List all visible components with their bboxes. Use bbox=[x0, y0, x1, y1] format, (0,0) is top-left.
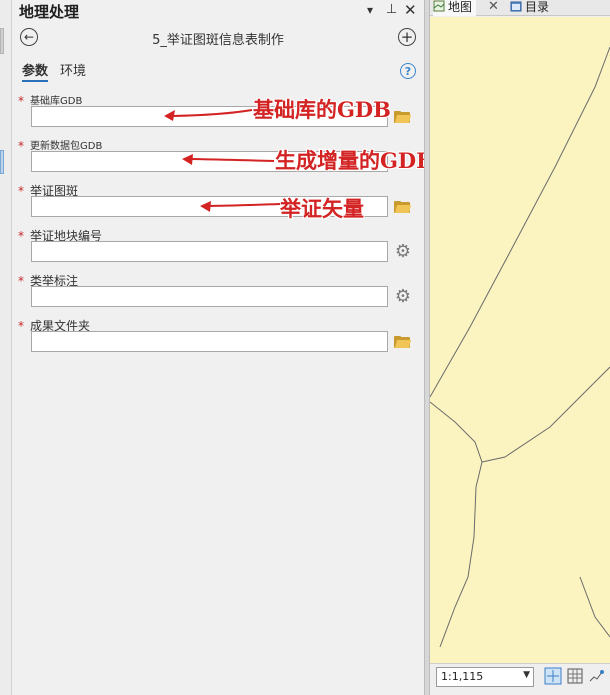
tab-environments[interactable]: 环境 bbox=[60, 60, 86, 79]
scale-dropdown[interactable]: 1:1,115 ▼ bbox=[436, 667, 534, 687]
geoprocessing-pane: 地理处理 ▾ ⊥ ✕ ← 5_举证图斑信息表制作 + 参数 环境 ? * 基础库… bbox=[12, 0, 434, 695]
annotation-incremental-gdb: 生成增量的GDB bbox=[275, 148, 434, 173]
close-icon[interactable]: ✕ bbox=[488, 0, 499, 14]
folder-icon bbox=[394, 336, 412, 348]
scale-value: 1:1,115 bbox=[441, 670, 484, 683]
tab-map-label: 地图 bbox=[448, 0, 473, 14]
required-marker: * bbox=[18, 319, 24, 333]
tool-name: 5_举证图斑信息表制作 bbox=[152, 33, 284, 48]
param-label: 更新数据包GDB bbox=[30, 141, 103, 152]
folder-icon bbox=[394, 111, 412, 123]
required-marker: * bbox=[18, 139, 24, 153]
tab-catalog-label: 目录 bbox=[525, 0, 550, 14]
map-status-bar: 1:1,115 ▼ bbox=[430, 663, 610, 695]
layout-grid-icon[interactable] bbox=[544, 667, 562, 685]
folder-icon bbox=[394, 201, 412, 213]
param-label: 基础库GDB bbox=[30, 96, 83, 107]
category-label-input[interactable] bbox=[31, 286, 388, 307]
annotation-evidence-vector: 举证矢量 bbox=[280, 196, 364, 221]
grid-icon[interactable] bbox=[566, 667, 584, 685]
map-tab-strip: 地图 ✕ 目录 bbox=[430, 0, 610, 16]
annotation-base-gdb: 基础库的GDB bbox=[253, 97, 391, 122]
annotation-arrow bbox=[182, 154, 275, 165]
app-window: 地理处理 ▾ ⊥ ✕ ← 5_举证图斑信息表制作 + 参数 环境 ? * 基础库… bbox=[0, 0, 610, 695]
add-button[interactable]: + bbox=[398, 28, 416, 46]
browse-button[interactable] bbox=[394, 198, 412, 216]
pane-options-dropdown-icon[interactable]: ▾ bbox=[367, 2, 373, 18]
pin-icon[interactable]: ⊥ bbox=[386, 2, 397, 18]
dock-tab-active[interactable] bbox=[0, 150, 4, 174]
annotation-arrow bbox=[164, 109, 253, 121]
pane-header: 地理处理 ▾ ⊥ ✕ bbox=[12, 0, 424, 22]
annotation-arrow bbox=[200, 201, 281, 212]
map-icon bbox=[433, 0, 445, 12]
gear-icon[interactable]: ⚙ bbox=[394, 243, 412, 261]
dock-tab[interactable] bbox=[0, 28, 4, 54]
help-button[interactable]: ? bbox=[400, 63, 416, 79]
chevron-down-icon: ▼ bbox=[523, 670, 530, 680]
tool-bar: ← 5_举证图斑信息表制作 + bbox=[12, 24, 424, 52]
browse-button[interactable] bbox=[394, 108, 412, 126]
browse-button[interactable] bbox=[394, 333, 412, 351]
gear-icon[interactable]: ⚙ bbox=[394, 288, 412, 306]
output-folder-input[interactable] bbox=[31, 331, 388, 352]
required-marker: * bbox=[18, 94, 24, 108]
snapping-icon[interactable] bbox=[588, 667, 606, 685]
tab-map[interactable]: 地图 bbox=[433, 0, 477, 16]
tab-parameters[interactable]: 参数 bbox=[22, 60, 49, 82]
required-marker: * bbox=[18, 184, 24, 198]
tab-catalog[interactable]: 目录 bbox=[510, 0, 549, 16]
parcel-number-input[interactable] bbox=[31, 241, 388, 262]
map-panel: 地图 ✕ 目录 1:1,115 ▼ bbox=[430, 0, 610, 695]
required-marker: * bbox=[18, 274, 24, 288]
catalog-icon bbox=[510, 1, 522, 12]
required-marker: * bbox=[18, 229, 24, 243]
left-dock-strip bbox=[0, 0, 12, 695]
map-canvas[interactable] bbox=[430, 17, 610, 663]
close-icon[interactable]: ✕ bbox=[404, 2, 417, 18]
pane-title: 地理处理 bbox=[19, 3, 80, 21]
